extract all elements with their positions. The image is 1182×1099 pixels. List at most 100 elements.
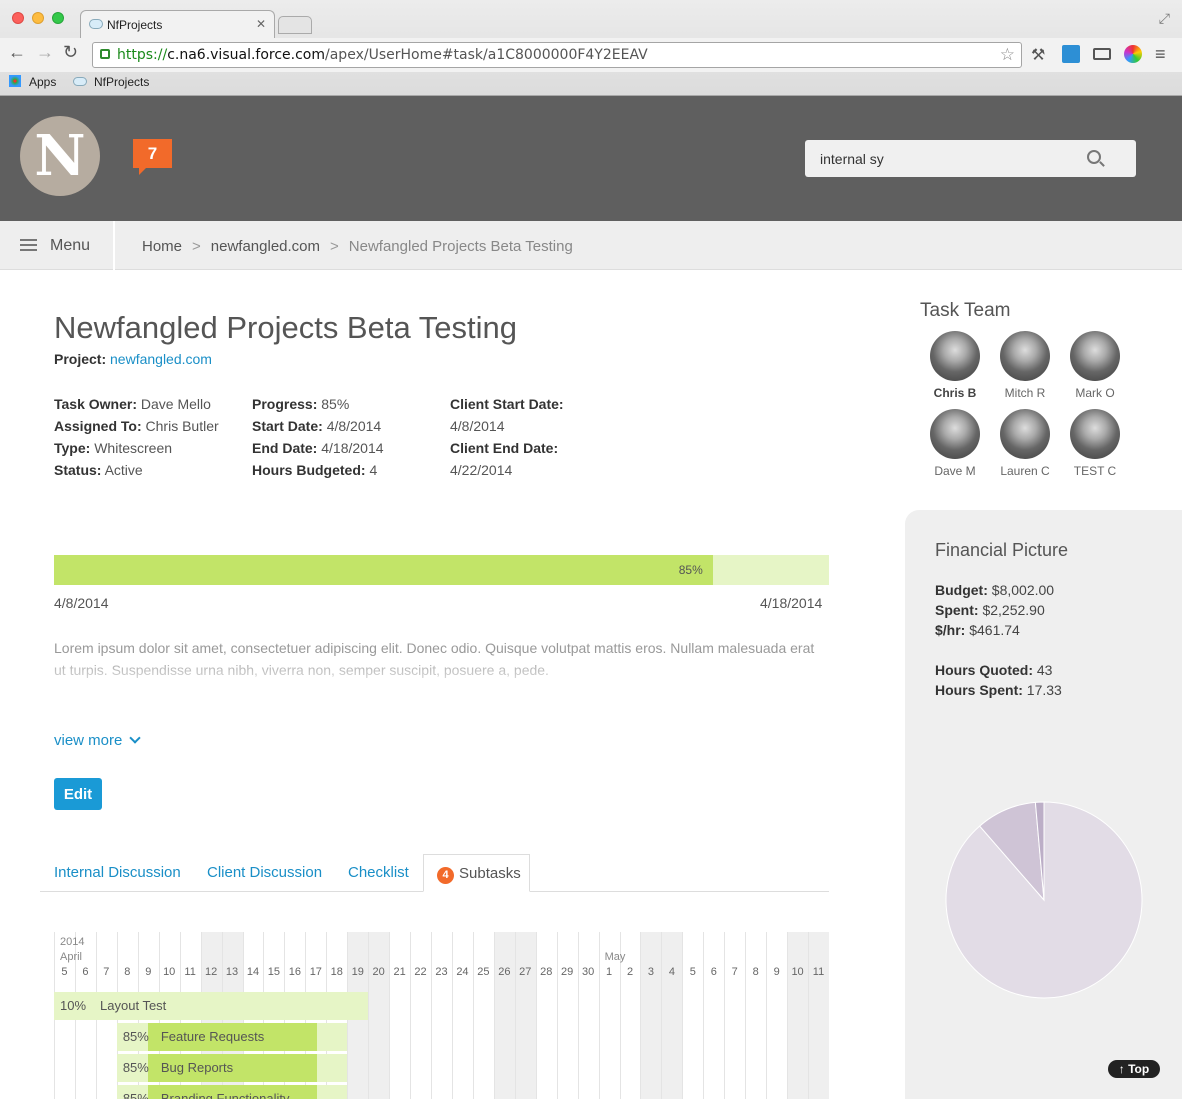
minimize-window-icon[interactable] <box>32 12 44 24</box>
gantt-day-label: 1 <box>606 966 613 978</box>
url-host: c.na6.visual.force.com <box>167 47 326 63</box>
gantt-day-label: 22 <box>414 966 427 978</box>
team-member[interactable]: TEST C <box>1060 409 1130 478</box>
back-to-top-button[interactable]: ↑ Top <box>1108 1060 1160 1078</box>
reload-icon[interactable]: ↻ <box>63 42 78 63</box>
client-end-value: 4/22/2014 <box>450 462 513 478</box>
tab-internal-discussion[interactable]: Internal Discussion <box>54 864 181 881</box>
info-task-owner: Task Owner: Dave Mello <box>54 396 211 412</box>
breadcrumb-home[interactable]: Home <box>142 238 182 255</box>
gantt-day-column <box>493 932 515 1099</box>
gantt-day-column <box>535 932 557 1099</box>
screenshot-extension-icon[interactable] <box>1062 45 1080 63</box>
gantt-day-label: 19 <box>351 966 364 978</box>
cast-icon[interactable] <box>1093 48 1111 60</box>
gantt-day-label: 27 <box>519 966 532 978</box>
gantt-row[interactable]: 85% Feature Requests <box>123 1023 264 1051</box>
info-end-date: End Date: 4/18/2014 <box>252 440 384 456</box>
info-status: Status: Active <box>54 462 143 478</box>
info-hours-budgeted: Hours Budgeted: 4 <box>252 462 378 478</box>
gantt-day-label: 9 <box>773 966 780 978</box>
tab-client-discussion[interactable]: Client Discussion <box>207 864 322 881</box>
gantt-row[interactable]: 85% Branding Functionality <box>123 1085 290 1099</box>
address-bar[interactable]: https://c.na6.visual.force.com/apex/User… <box>92 42 1022 68</box>
menu-icon[interactable]: ≡ <box>1155 44 1166 65</box>
close-window-icon[interactable] <box>12 12 24 24</box>
lock-icon <box>100 49 110 59</box>
breadcrumb-separator: > <box>330 238 339 255</box>
gantt-day-label: 3 <box>647 966 655 978</box>
gantt-row[interactable]: 10% Layout Test <box>60 992 166 1020</box>
gantt-day-label: 29 <box>561 966 574 978</box>
gantt-day-label: 7 <box>731 966 738 978</box>
gantt-day-column <box>640 932 662 1099</box>
logo[interactable]: N <box>20 116 100 196</box>
gantt-day-column <box>472 932 494 1099</box>
wrench-icon[interactable]: ⚒ <box>1031 45 1049 64</box>
view-more-link[interactable]: view more <box>54 732 141 749</box>
gantt-day-column <box>703 932 724 1099</box>
zoom-window-icon[interactable] <box>52 12 64 24</box>
chevron-down-icon <box>128 732 141 744</box>
forward-icon[interactable]: → <box>36 42 54 63</box>
notification-badge[interactable]: 7 <box>133 139 172 175</box>
gantt-day-label: 30 <box>581 966 595 978</box>
team-member[interactable]: Mitch R <box>990 331 1060 400</box>
breadcrumb-project[interactable]: newfangled.com <box>211 238 320 255</box>
gantt-day-label: 11 <box>812 966 825 978</box>
back-icon[interactable]: ← <box>8 42 26 63</box>
search-icon[interactable] <box>1087 150 1101 164</box>
progress-bar-fill: 85% <box>54 555 713 585</box>
bookmark-star-icon[interactable]: ☆ <box>1000 45 1015 65</box>
tab-subtasks[interactable]: 4 Subtasks <box>423 854 530 892</box>
breadcrumb: Home > newfangled.com > Newfangled Projects … <box>142 238 573 255</box>
avatar <box>930 331 980 381</box>
info-start-date: Start Date: 4/8/2014 <box>252 418 382 434</box>
team-member[interactable]: Mark O <box>1060 331 1130 400</box>
gantt-day-label: 6 <box>710 966 717 978</box>
financial-hours-group: Hours Quoted: 43 Hours Spent: 17.33 <box>935 660 1062 700</box>
browser-tab[interactable]: NfProjects ✕ <box>80 10 275 38</box>
menu-button[interactable]: Menu <box>0 221 115 270</box>
breadcrumb-current: Newfangled Projects Beta Testing <box>348 238 573 255</box>
hamburger-icon[interactable] <box>20 239 37 251</box>
gantt-day-column <box>451 932 473 1099</box>
gantt-row-name: Layout Test <box>100 998 167 1013</box>
bookmark-nfprojects[interactable]: NfProjects <box>94 75 149 89</box>
info-assigned-to: Assigned To: Chris Butler <box>54 418 219 434</box>
gantt-day-label: 25 <box>477 966 490 978</box>
gantt-day-label: 20 <box>372 966 385 978</box>
gantt-day-label: 14 <box>246 966 260 978</box>
edit-button[interactable]: Edit <box>54 778 102 810</box>
gantt-row-pct: 85% <box>122 1060 149 1075</box>
gantt-day-label: 28 <box>540 966 553 978</box>
close-tab-icon[interactable]: ✕ <box>256 17 266 31</box>
gantt-day-column <box>556 932 578 1099</box>
color-picker-icon[interactable] <box>1124 45 1142 63</box>
tab-checklist[interactable]: Checklist <box>348 864 409 881</box>
project-line: Project: newfangled.com <box>54 351 212 367</box>
gantt-day-label: 9 <box>145 966 152 978</box>
new-tab-button[interactable] <box>278 16 312 34</box>
gantt-row-pct: 10% <box>60 998 87 1013</box>
team-member[interactable]: Chris B <box>920 331 990 400</box>
gantt-row[interactable]: 85% Bug Reports <box>123 1054 233 1082</box>
bookmark-apps[interactable]: Apps <box>29 75 56 89</box>
member-name: Chris B <box>933 386 977 400</box>
url-path: /apex/UserHome#task/a1C8000000F4Y2EEAV <box>325 47 648 63</box>
member-name: Mitch R <box>1004 386 1046 400</box>
gantt-day-label: 13 <box>225 966 239 978</box>
fin-budget: Budget: $8,002.00 <box>935 582 1055 598</box>
gantt-row-name: Branding Functionality <box>160 1091 290 1099</box>
team-member[interactable]: Lauren C <box>990 409 1060 478</box>
task-info-column-2: Progress: 85% Start Date: 4/8/2014 End D… <box>252 393 384 481</box>
team-member[interactable]: Dave M <box>920 409 990 478</box>
gantt-day-label: 8 <box>752 966 759 978</box>
project-link[interactable]: newfangled.com <box>110 351 212 367</box>
financial-title: Financial Picture <box>935 540 1069 560</box>
avatar <box>1070 331 1120 381</box>
fullscreen-icon[interactable]: ⤢ <box>1159 10 1170 27</box>
apps-grid-icon[interactable] <box>9 75 21 87</box>
gantt-row-pct: 85% <box>122 1091 149 1099</box>
subtasks-count-badge: 4 <box>437 867 454 884</box>
